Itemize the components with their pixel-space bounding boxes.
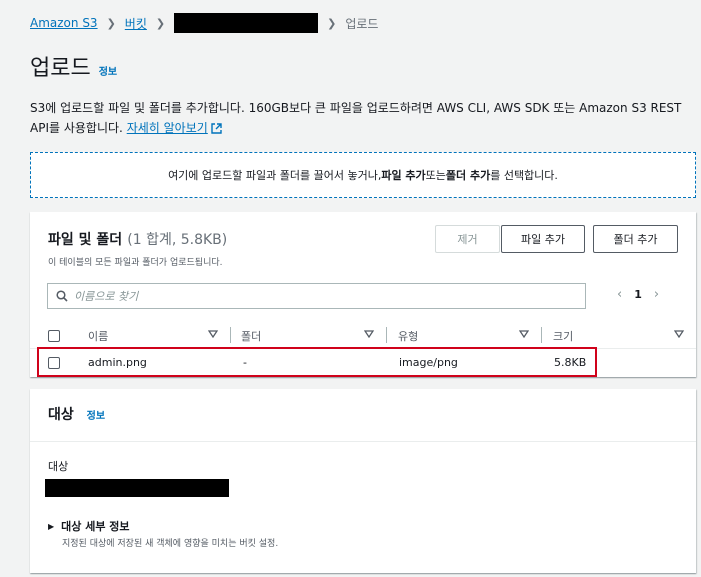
column-divider[interactable] bbox=[230, 327, 231, 343]
destination-details-title: 대상 세부 정보 bbox=[61, 520, 130, 533]
page-title: 업로드 bbox=[30, 56, 91, 81]
column-header-folder[interactable]: 폴더 bbox=[241, 328, 261, 344]
destination-panel: 대상 정보 대상 ▶ 대상 세부 정보 지정된 대상에 저장된 새 객체에 영향… bbox=[30, 389, 696, 573]
info-link[interactable]: 정보 bbox=[99, 63, 117, 78]
breadcrumb-bucket-redacted[interactable] bbox=[174, 13, 319, 33]
search-box[interactable] bbox=[47, 283, 586, 309]
cell-size: 5.8KB bbox=[554, 356, 587, 369]
next-page-icon[interactable]: › bbox=[654, 287, 659, 302]
chevron-right-icon: ❯ bbox=[155, 16, 166, 30]
learn-more-link[interactable]: 자세히 알아보기 bbox=[127, 121, 222, 135]
cell-name: admin.png bbox=[88, 356, 147, 369]
sort-down-icon[interactable] bbox=[519, 330, 529, 338]
divider bbox=[30, 441, 696, 442]
pagination: ‹ 1 › bbox=[617, 287, 659, 302]
previous-page-icon[interactable]: ‹ bbox=[617, 287, 622, 302]
column-header-size[interactable]: 크기 bbox=[553, 328, 573, 344]
page-header: 업로드 정보 bbox=[30, 50, 117, 82]
dropzone-text-post: 를 선택합니다. bbox=[490, 169, 558, 182]
files-panel-count: (1 합계, 5.8KB) bbox=[127, 232, 228, 248]
breadcrumb-buckets[interactable]: 버킷 bbox=[125, 15, 147, 32]
upload-dropzone[interactable]: 여기에 업로드할 파일과 폴더를 끌어서 놓거나, 파일 추가 또는 폴더 추가… bbox=[30, 152, 696, 198]
remove-button[interactable]: 제거 bbox=[435, 225, 500, 253]
cell-folder: - bbox=[243, 356, 247, 369]
files-panel-header: 파일 및 폴더 (1 합계, 5.8KB) bbox=[48, 229, 227, 249]
destination-label: 대상 bbox=[48, 460, 69, 473]
files-panel-subtitle: 이 테이블의 모든 파일과 폴더가 업로드됩니다. bbox=[48, 258, 223, 268]
add-folder-button[interactable]: 폴더 추가 bbox=[593, 225, 678, 253]
chevron-right-icon: ❯ bbox=[327, 16, 337, 30]
breadcrumb: Amazon S3 ❯ 버킷 ❯ ❯ 업로드 bbox=[30, 13, 378, 33]
cell-type: image/png bbox=[399, 356, 458, 369]
files-folders-panel: 파일 및 폴더 (1 합계, 5.8KB) 이 테이블의 모든 파일과 폴더가 … bbox=[30, 212, 696, 377]
add-file-button[interactable]: 파일 추가 bbox=[501, 225, 585, 253]
destination-details-toggle[interactable]: ▶ 대상 세부 정보 bbox=[48, 518, 130, 534]
dropzone-add-file: 파일 추가 bbox=[381, 169, 426, 182]
search-icon bbox=[56, 290, 68, 302]
caret-right-icon: ▶ bbox=[48, 521, 55, 531]
sort-down-icon[interactable] bbox=[364, 330, 374, 338]
destination-info-link[interactable]: 정보 bbox=[87, 411, 105, 422]
table-header: 이름 폴더 유형 크기 bbox=[30, 323, 696, 349]
current-page[interactable]: 1 bbox=[634, 288, 642, 301]
row-checkbox[interactable] bbox=[48, 357, 60, 369]
table-row[interactable]: admin.png - image/png 5.8KB bbox=[30, 349, 696, 377]
column-divider[interactable] bbox=[386, 327, 387, 343]
breadcrumb-current: 업로드 bbox=[345, 16, 379, 31]
column-header-type[interactable]: 유형 bbox=[398, 328, 418, 344]
dropzone-text-mid: 또는 bbox=[425, 169, 446, 182]
column-divider[interactable] bbox=[541, 327, 542, 343]
select-all-checkbox[interactable] bbox=[48, 330, 60, 342]
files-panel-title: 파일 및 폴더 bbox=[48, 232, 123, 248]
destination-details-subtitle: 지정된 대상에 저장된 새 객체에 영향을 미치는 버킷 설정. bbox=[62, 539, 279, 549]
column-header-name[interactable]: 이름 bbox=[88, 328, 108, 344]
search-input[interactable] bbox=[74, 289, 554, 303]
dropzone-add-folder: 폴더 추가 bbox=[445, 169, 491, 182]
destination-value-redacted bbox=[45, 479, 229, 497]
destination-title: 대상 정보 bbox=[48, 407, 106, 423]
page-description: S3에 업로드할 파일 및 폴더를 추가합니다. 160GB보다 큰 파일을 업… bbox=[30, 98, 698, 138]
sort-down-icon[interactable] bbox=[208, 330, 218, 338]
breadcrumb-amazon-s3[interactable]: Amazon S3 bbox=[30, 16, 98, 30]
dropzone-text-pre: 여기에 업로드할 파일과 폴더를 끌어서 놓거나, bbox=[168, 169, 382, 182]
external-link-icon bbox=[211, 123, 222, 134]
chevron-right-icon: ❯ bbox=[106, 16, 116, 30]
sort-down-icon[interactable] bbox=[674, 330, 684, 338]
